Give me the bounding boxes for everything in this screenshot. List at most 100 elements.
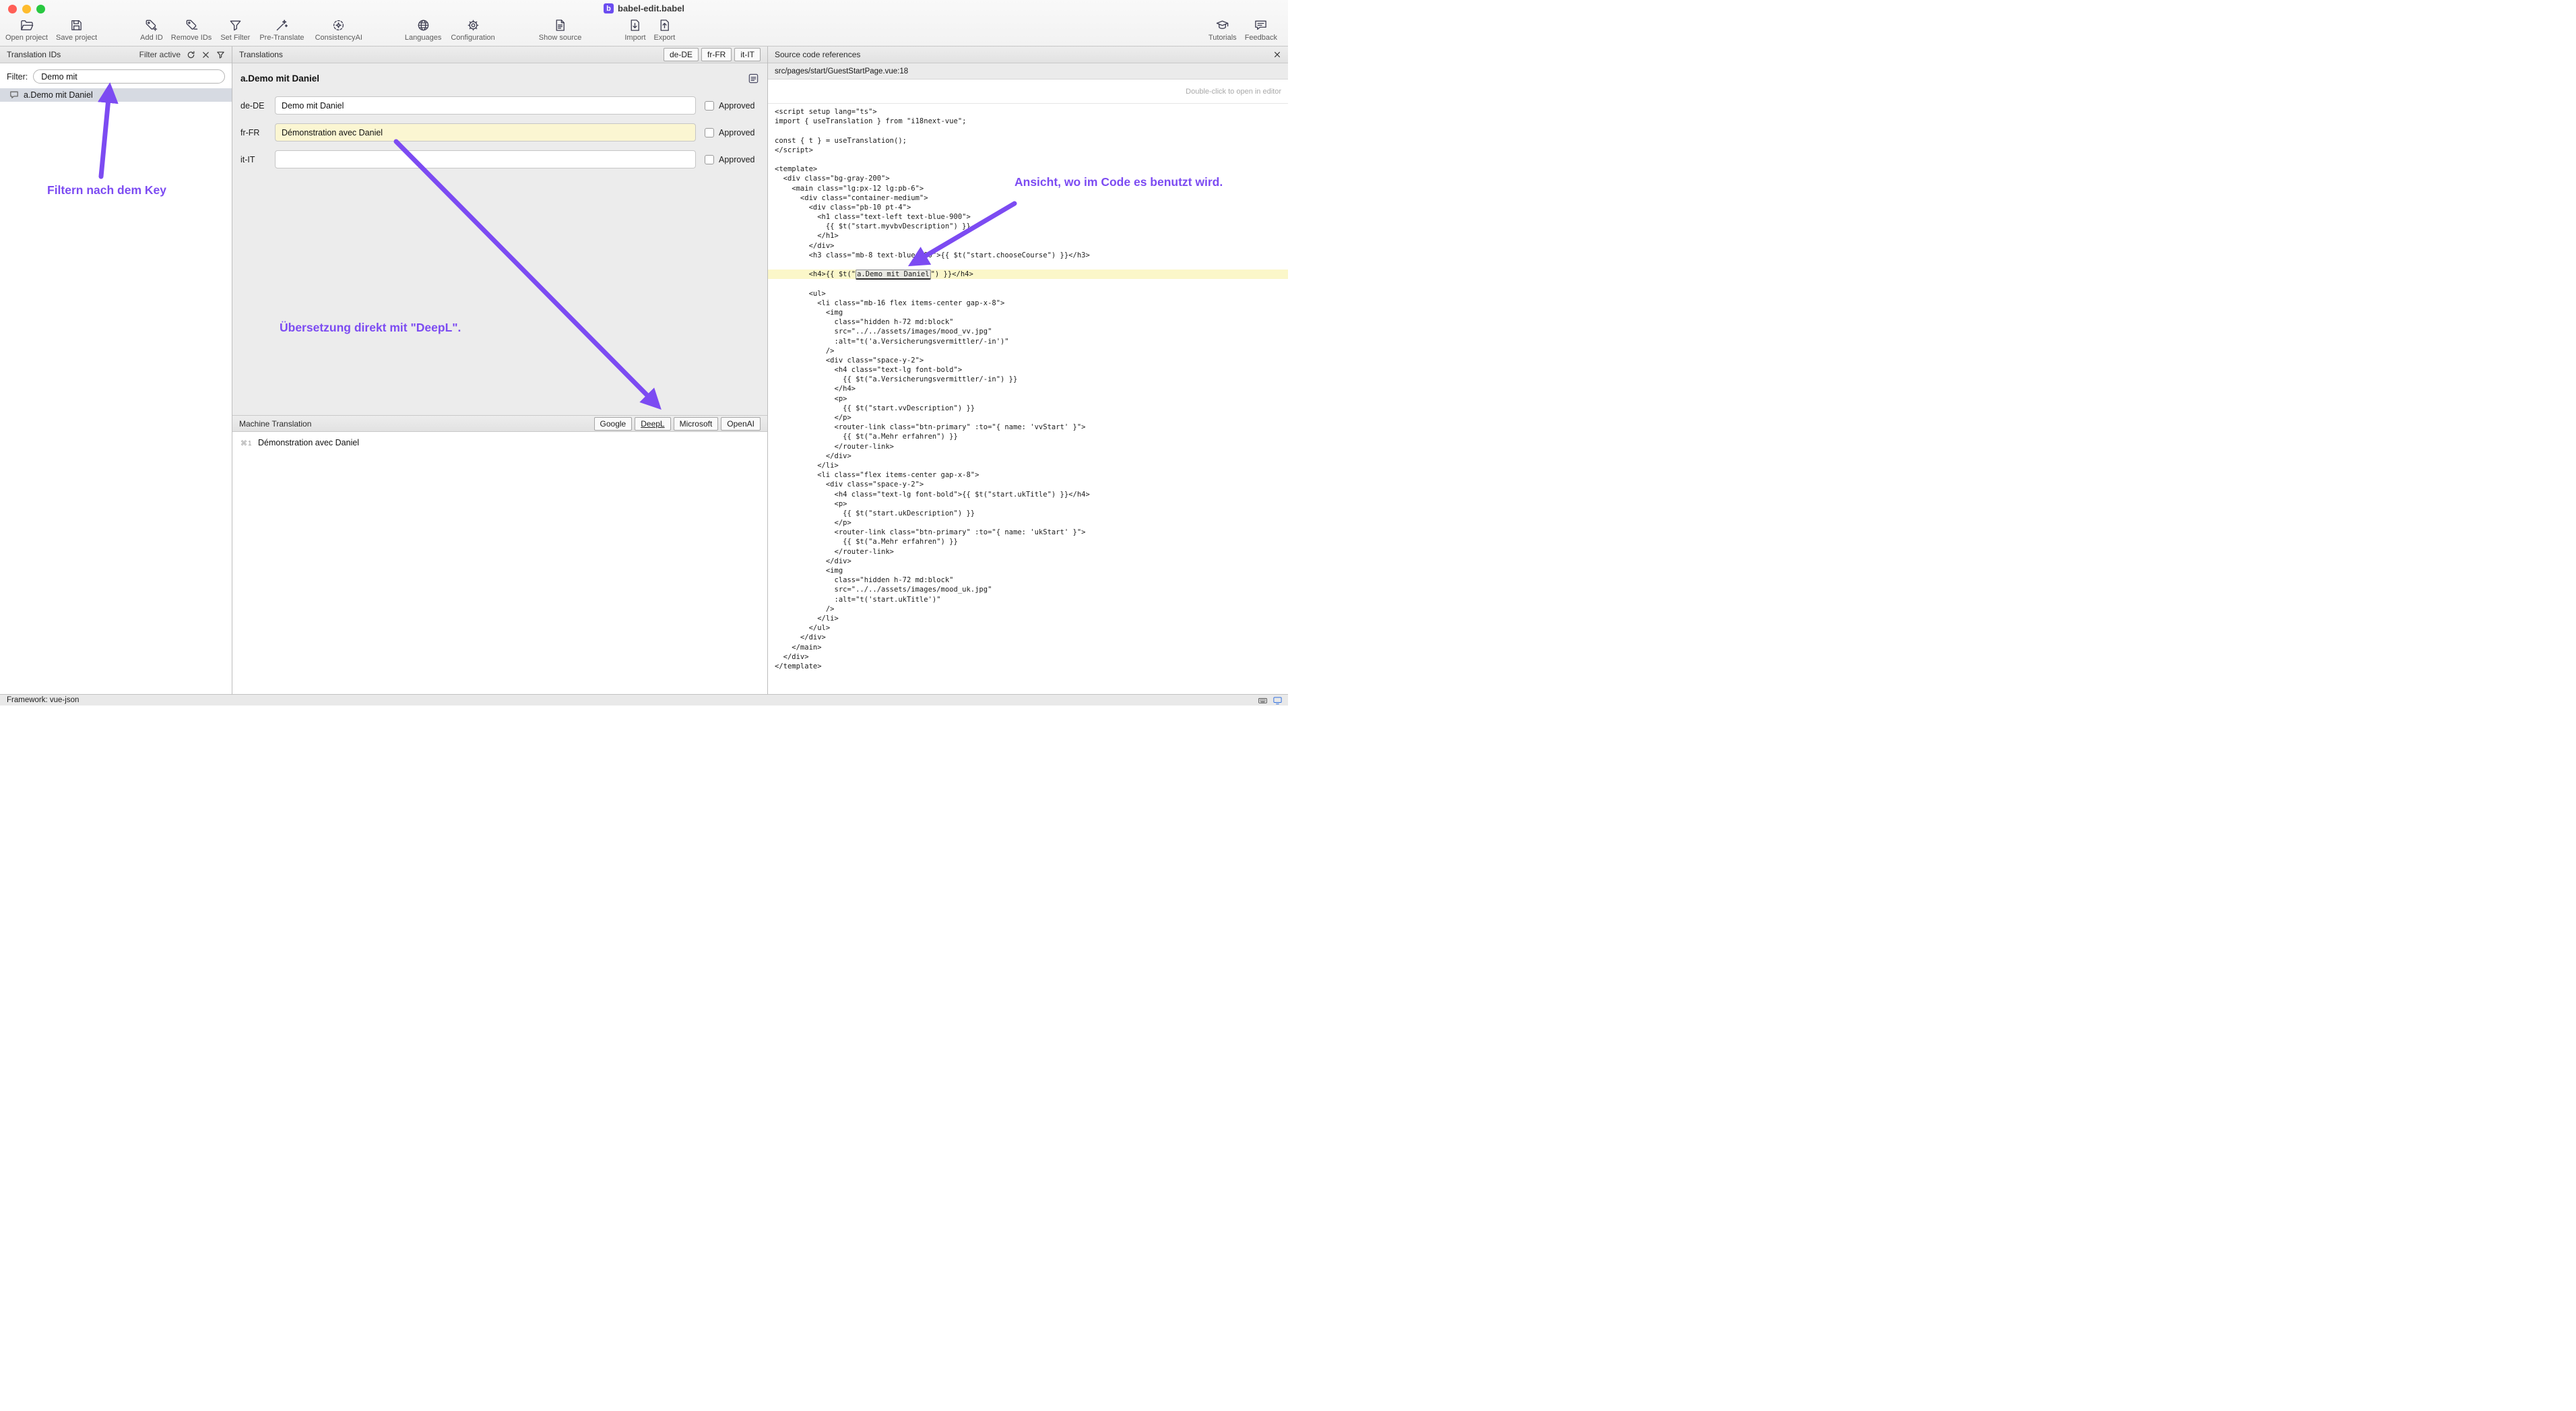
- comment-icon[interactable]: [748, 73, 759, 84]
- display-icon[interactable]: [1273, 695, 1283, 706]
- code-line: <div class="space-y-2">: [768, 356, 1288, 365]
- code-line: src="../../assets/images/mood_uk.jpg": [768, 585, 1288, 594]
- toolbar-button-configuration[interactable]: Configuration: [447, 18, 498, 42]
- toolbar-button-open-project[interactable]: Open project: [1, 18, 52, 42]
- approved-checkbox[interactable]: [705, 101, 714, 111]
- translation-key-reference[interactable]: a.Demo mit Daniel: [856, 270, 930, 280]
- filter-row: Filter:: [0, 63, 232, 88]
- shortcut-badge: ⌘1: [240, 440, 258, 447]
- translation-input-it-it[interactable]: [275, 150, 696, 168]
- code-line: </h4>: [768, 384, 1288, 394]
- code-line: </div>: [768, 652, 1288, 662]
- code-line: <p>: [768, 394, 1288, 404]
- translation-input-fr-fr[interactable]: [275, 123, 696, 142]
- code-line: <div class="pb-10 pt-4">: [768, 203, 1288, 212]
- filter-icon[interactable]: [216, 51, 225, 59]
- source-code-view: <script setup lang="ts">import { useTran…: [768, 104, 1288, 694]
- language-label: fr-FR: [240, 128, 275, 137]
- clear-filter-icon[interactable]: [201, 51, 210, 59]
- code-line: </li>: [768, 461, 1288, 470]
- toolbar: Open project Save project Add ID Remove IDs…: [0, 16, 1288, 46]
- toolbar-button-consistencyai[interactable]: ConsistencyAI: [311, 18, 366, 42]
- editor-hint-row: Double-click to open in editor: [768, 80, 1288, 104]
- show-source-icon: [553, 18, 567, 32]
- approved-checkbox[interactable]: [705, 155, 714, 164]
- entry-title: a.Demo mit Daniel: [240, 73, 319, 84]
- toolbar-label: Show source: [539, 34, 582, 42]
- provider-button-google[interactable]: Google: [594, 417, 633, 431]
- close-panel-icon[interactable]: [1273, 51, 1281, 59]
- toolbar-button-save-project[interactable]: Save project: [52, 18, 101, 42]
- code-line: class="hidden h-72 md:block": [768, 575, 1288, 585]
- language-label: de-DE: [240, 101, 275, 111]
- code-line: <li class="mb-16 flex items-center gap-x…: [768, 299, 1288, 308]
- refresh-icon[interactable]: [187, 51, 195, 59]
- code-line: <li class="flex items-center gap-x-8">: [768, 470, 1288, 480]
- toolbar-button-remove-ids[interactable]: Remove IDs: [167, 18, 216, 42]
- filter-input[interactable]: [33, 69, 225, 84]
- configuration-icon: [466, 18, 480, 32]
- code-line: </div>: [768, 557, 1288, 566]
- code-line: <h4 class="text-lg font-bold">{{ $t("sta…: [768, 490, 1288, 499]
- keyboard-icon[interactable]: [1258, 695, 1268, 706]
- code-line: <div class="container-medium">: [768, 193, 1288, 203]
- provider-tabs: GoogleDeepL MicrosoftOpenAI: [594, 417, 761, 431]
- code-line: </li>: [768, 614, 1288, 623]
- translation-row-de-de: de-DEApproved: [240, 96, 759, 115]
- translations-panel: Translations de-DEfr-FRit-IT a.Demo mit …: [232, 46, 767, 694]
- translations-body: a.Demo mit Daniel de-DEApprovedfr-FRAppr…: [232, 63, 767, 415]
- window-header: b babel-edit.babel Open projectSave proj…: [0, 0, 1288, 46]
- code-line: src="../../assets/images/mood_vv.jpg": [768, 327, 1288, 336]
- entry-title-row: a.Demo mit Daniel: [240, 73, 759, 84]
- toolbar-button-feedback[interactable]: Feedback: [1241, 18, 1281, 42]
- translation-input-de-de[interactable]: [275, 96, 696, 115]
- code-line-highlighted: <h4>{{ $t("a.Demo mit Daniel") }}</h4>: [768, 270, 1288, 279]
- code-line: {{ $t("start.vvDescription") }}: [768, 404, 1288, 413]
- toolbar-label: Add ID: [140, 34, 163, 42]
- code-line: [768, 155, 1288, 164]
- provider-button-deepl[interactable]: DeepL: [635, 417, 670, 431]
- machine-translation-body: ⌘1 Démonstration avec Daniel: [232, 432, 767, 694]
- code-line: </template>: [768, 662, 1288, 671]
- code-line: <router-link class="btn-primary" :to="{ …: [768, 422, 1288, 432]
- tree-item-translation-id[interactable]: a.Demo mit Daniel: [0, 88, 232, 102]
- toolbar-button-set-filter[interactable]: Set Filter: [216, 18, 254, 42]
- toolbar-label: Open project: [5, 34, 48, 42]
- code-line: <h1 class="text-left text-blue-900">: [768, 212, 1288, 222]
- provider-button-openai[interactable]: OpenAI: [721, 417, 761, 431]
- code-line: {{ $t("a.Mehr erfahren") }}: [768, 537, 1288, 546]
- toolbar-label: Export: [654, 34, 676, 42]
- source-reference-path: src/pages/start/GuestStartPage.vue:18: [775, 67, 908, 75]
- code-line: <ul>: [768, 289, 1288, 299]
- code-line: {{ $t("start.ukDescription") }}: [768, 509, 1288, 518]
- toolbar-button-pre-translate[interactable]: Pre-Translate: [255, 18, 308, 42]
- toolbar-button-add-id[interactable]: Add ID: [136, 18, 167, 42]
- code-line: <router-link class="btn-primary" :to="{ …: [768, 528, 1288, 537]
- toolbar-label: ConsistencyAI: [315, 34, 362, 42]
- language-tab-de-de[interactable]: de-DE: [664, 48, 699, 61]
- save-project-icon: [69, 18, 84, 32]
- machine-translation-result[interactable]: ⌘1 Démonstration avec Daniel: [240, 438, 759, 447]
- code-line: {{ $t("start.myvbvDescription") }}: [768, 222, 1288, 231]
- source-reference-row[interactable]: src/pages/start/GuestStartPage.vue:18: [768, 63, 1288, 80]
- code-line: <img: [768, 308, 1288, 317]
- approved-checkbox[interactable]: [705, 128, 714, 137]
- toolbar-button-languages[interactable]: Languages: [401, 18, 445, 42]
- translations-header: Translations de-DEfr-FRit-IT: [232, 46, 767, 63]
- main-area: Translation IDs Filter active Filter: a.…: [0, 46, 1288, 694]
- code-line: </router-link>: [768, 442, 1288, 451]
- language-tab-fr-fr[interactable]: fr-FR: [701, 48, 732, 61]
- toolbar-button-show-source[interactable]: Show source: [535, 18, 586, 42]
- import-icon: [628, 18, 642, 32]
- toolbar-button-export[interactable]: Export: [650, 18, 680, 42]
- code-text: <h4>{{ $t(": [775, 270, 856, 278]
- translation-rows: de-DEApprovedfr-FRApprovedit-ITApproved: [240, 96, 759, 168]
- translation-row-it-it: it-ITApproved: [240, 150, 759, 168]
- provider-button-microsoft[interactable]: Microsoft: [674, 417, 719, 431]
- language-tab-it-it[interactable]: it-IT: [734, 48, 761, 61]
- toolbar-label: Configuration: [451, 34, 494, 42]
- code-line: <main class="lg:px-12 lg:pb-6">: [768, 184, 1288, 193]
- toolbar-label: Remove IDs: [171, 34, 212, 42]
- toolbar-button-import[interactable]: Import: [620, 18, 649, 42]
- toolbar-button-tutorials[interactable]: Tutorials: [1204, 18, 1241, 42]
